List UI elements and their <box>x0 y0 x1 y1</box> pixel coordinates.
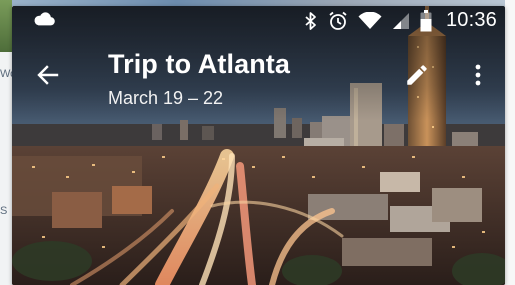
trip-header-card <box>12 6 505 285</box>
status-icons: 10:36 <box>304 9 497 32</box>
battery-icon <box>420 9 432 32</box>
alarm-icon <box>328 11 348 31</box>
more-options-button[interactable] <box>464 60 492 90</box>
bluetooth-icon <box>304 11 318 31</box>
background-left-edge: Wo S <box>0 0 16 285</box>
cloud-icon <box>33 11 55 27</box>
back-button[interactable] <box>31 58 65 92</box>
cellular-signal-icon <box>392 12 410 30</box>
screen: Wo S 10:36 Trip to Atlanta March 19 – 22 <box>0 0 515 285</box>
pencil-icon <box>404 62 430 88</box>
status-time: 10:36 <box>445 9 497 31</box>
arrow-back-icon <box>36 63 60 87</box>
trip-dates: March 19 – 22 <box>108 88 224 108</box>
more-vert-icon <box>474 63 482 87</box>
status-bar: 10:36 <box>0 0 515 42</box>
background-right-edge <box>505 0 515 285</box>
edit-button[interactable] <box>402 60 432 90</box>
wifi-icon <box>358 11 382 30</box>
page-title: Trip to Atlanta <box>108 49 290 79</box>
background-text-fragment: S <box>0 205 8 217</box>
